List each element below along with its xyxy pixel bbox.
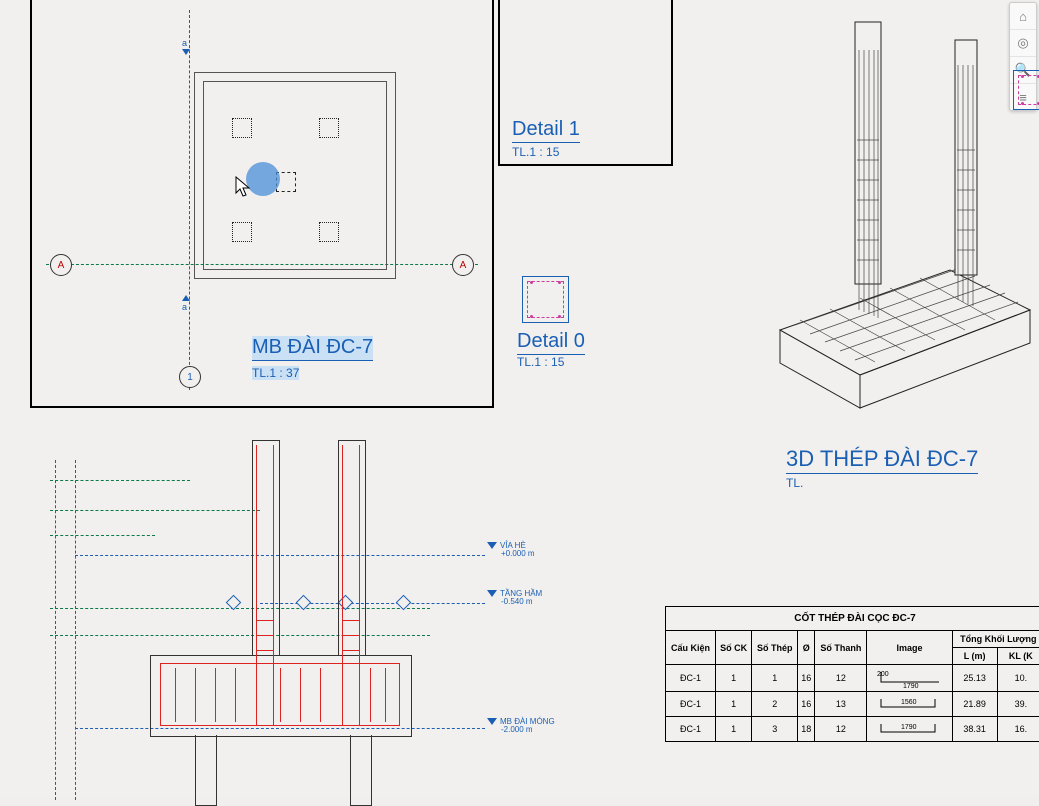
rebar-schedule-table[interactable]: CỐT THÉP ĐÀI CỌC ĐC-7 Cấu Kiện Số CK Số … (665, 606, 1039, 742)
table-row[interactable]: ĐC-1111612200179025.1310. (666, 665, 1039, 692)
level-tang-ham[interactable]: TẦNG HẦM -0.540 m (487, 590, 542, 606)
detail1-title[interactable]: Detail 1 (512, 118, 580, 143)
level-marker-icon (487, 542, 497, 549)
detail0-rebar-outline (527, 281, 564, 318)
foundation-outline[interactable] (194, 72, 396, 279)
svg-text:1790: 1790 (901, 724, 917, 731)
col-d: Ø (798, 631, 815, 665)
schedule-title: CỐT THÉP ĐÀI CỌC ĐC-7 (666, 607, 1039, 631)
nav-home-icon[interactable]: ⌂ (1010, 3, 1036, 30)
table-row[interactable]: ĐC-1121613156021.8939. (666, 692, 1039, 717)
view-3d[interactable] (760, 10, 1039, 430)
col-cau-kien: Cấu Kiện (666, 631, 716, 665)
svg-text:200: 200 (877, 671, 889, 678)
level-marker-icon (487, 718, 497, 725)
view-3d-title[interactable]: 3D THÉP ĐÀI ĐC-7 (786, 446, 978, 474)
detail1-scale: TL.1 : 15 (512, 145, 559, 159)
pile-marker[interactable] (232, 222, 252, 242)
selection-highlight (246, 162, 280, 196)
svg-text:1560: 1560 (901, 699, 917, 706)
foundation-concrete-hatch (203, 81, 387, 270)
detail0-scale: TL.1 : 15 (517, 355, 564, 369)
pile-marker[interactable] (319, 118, 339, 138)
pile-1[interactable] (195, 735, 217, 806)
col-sothanh: Số Thanh (815, 631, 867, 665)
col-tong: Tổng Khối Lượng (952, 631, 1039, 648)
view-3d-scale: TL. (786, 476, 803, 490)
section-view[interactable]: VỈA HÈ +0.000 m TẦNG HẦM -0.540 m MB ĐÀI… (20, 420, 650, 800)
nav-wheel-icon[interactable]: ◎ (1010, 30, 1036, 57)
detail1-rebar-outline (1018, 75, 1039, 105)
plan-view-title[interactable]: MB ĐÀI ĐC-7 (252, 336, 373, 361)
grid-bubble-1[interactable]: 1 (179, 366, 201, 388)
detail1-section[interactable] (1013, 70, 1039, 110)
pile-marker[interactable] (319, 222, 339, 242)
grid-bubble-a-left[interactable]: A (50, 254, 72, 276)
level-via-he[interactable]: VỈA HÈ +0.000 m (487, 542, 535, 558)
pile-2[interactable] (350, 735, 372, 806)
col-L: L (m) (952, 648, 997, 665)
section-mark-top[interactable]: a (182, 38, 190, 56)
col-sothep: Số Thép (752, 631, 798, 665)
svg-text:1790: 1790 (903, 683, 919, 688)
level-marker-icon (487, 590, 497, 597)
detail0-section[interactable] (522, 276, 569, 323)
col-sock: Số CK (715, 631, 751, 665)
plan-view-scale: TL.1 : 37 (252, 366, 299, 380)
section-mark-bottom[interactable]: a (182, 294, 190, 312)
col-image: Image (867, 631, 952, 665)
col-KL: KL (K (997, 648, 1039, 665)
grid-line-1 (189, 10, 190, 390)
detail0-title[interactable]: Detail 0 (517, 330, 585, 355)
pile-marker[interactable] (232, 118, 252, 138)
table-row[interactable]: ĐC-1131812179038.3116. (666, 717, 1039, 742)
level-mb-mong[interactable]: MB ĐÀI MÓNG -2.000 m (487, 718, 555, 734)
grid-bubble-a-right[interactable]: A (452, 254, 474, 276)
